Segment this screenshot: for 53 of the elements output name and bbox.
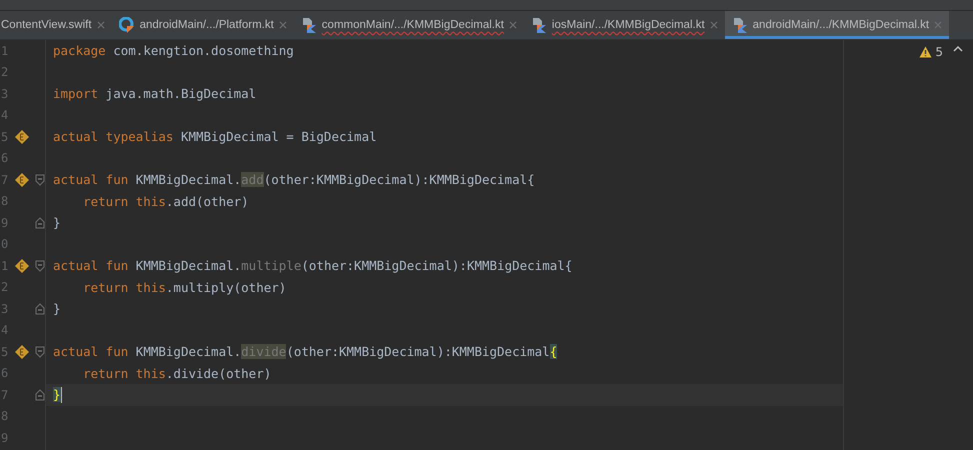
- expect-marker-icon[interactable]: [14, 172, 30, 188]
- fold-icon[interactable]: [35, 216, 45, 229]
- expect-marker-icon[interactable]: [14, 128, 30, 145]
- line-number: 2: [0, 280, 10, 294]
- line-number: 5: [0, 130, 10, 144]
- code-line: return this.multiply(other): [82, 280, 286, 295]
- line-number: 9: [0, 430, 10, 445]
- expect-marker-icon[interactable]: [14, 344, 30, 360]
- line-number: 4: [0, 323, 10, 338]
- kotlin-file-icon: [530, 17, 547, 33]
- editor-tab[interactable]: iosMain/.../KMMBigDecimal.kt: [524, 11, 725, 39]
- text-cursor: [60, 386, 62, 403]
- fold-icon[interactable]: [35, 174, 45, 186]
- editor-tab[interactable]: ContentView.swift: [0, 11, 112, 39]
- editor-tab[interactable]: androidMain/.../Platform.kt: [112, 11, 294, 39]
- expect-marker-icon[interactable]: [14, 258, 30, 274]
- code-line: actual typealias KMMBigDecimal = BigDecimal: [53, 129, 377, 144]
- line-number: 6: [0, 151, 10, 166]
- line-number: 3: [0, 86, 10, 101]
- line-number: 5: [0, 344, 10, 359]
- fold-icon[interactable]: [35, 260, 45, 272]
- line-number: 6: [0, 366, 10, 380]
- code-line: actual fun KMMBigDecimal.add(other:KMMBigDecimal):KMMBigDecimal{: [53, 172, 535, 188]
- line-number: 3: [0, 302, 10, 316]
- code-line: package com.kengtion.dosomething: [53, 43, 294, 58]
- line-number: 1: [0, 44, 10, 58]
- line-number: 7: [0, 388, 10, 402]
- line-number: 7: [0, 172, 10, 187]
- collapse-icon[interactable]: [953, 45, 963, 53]
- line-number: 9: [0, 216, 10, 230]
- line-number: 1: [0, 258, 10, 273]
- code-line: }: [53, 215, 61, 230]
- fold-icon[interactable]: [35, 388, 45, 401]
- kotlin-file-icon: [300, 17, 317, 33]
- line-number: 8: [0, 194, 10, 208]
- code-line: return this.divide(other): [82, 366, 272, 381]
- fold-icon[interactable]: [35, 302, 45, 315]
- code-line: import java.math.BigDecimal: [53, 86, 256, 102]
- kotlin-file-icon: [732, 17, 748, 33]
- code-line: return this.add(other): [82, 194, 249, 209]
- warning-icon: [919, 46, 932, 58]
- fold-icon[interactable]: [35, 346, 45, 358]
- code-line: actual fun KMMBigDecimal.multiple(other:KMMBigDecimal):KMMBigDecimal{: [53, 258, 572, 274]
- code-line: actual fun KMMBigDecimal.divide(other:KMMBigDecimal):KMMBigDecimal{: [53, 344, 558, 360]
- line-number: 0: [0, 237, 10, 252]
- code-line: }: [53, 301, 61, 316]
- editor-tab[interactable]: commonMain/.../KMMBigDecimal.kt: [294, 11, 524, 39]
- line-number: 8: [0, 409, 10, 424]
- warnings-indicator[interactable]: 5: [919, 45, 943, 59]
- editor-tab[interactable]: androidMain/.../KMMBigDecimal.kt: [724, 11, 950, 39]
- line-number: 4: [0, 108, 10, 122]
- android-file-icon: [118, 17, 135, 33]
- line-number: 2: [0, 65, 10, 80]
